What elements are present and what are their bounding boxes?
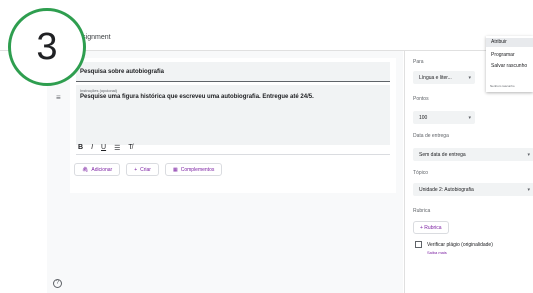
create-button[interactable]: + Criar	[126, 163, 159, 176]
due-date-select[interactable]: Sem data de entrega ▾	[413, 148, 533, 161]
chevron-down-icon: ▾	[527, 152, 530, 158]
chevron-down-icon: ▾	[468, 115, 471, 121]
chevron-down-icon: ▾	[527, 187, 530, 193]
paperclip-icon: 🖇	[82, 166, 89, 173]
rubric-label: Rubrica	[413, 208, 431, 214]
plagiarism-label: Verificar plágio (originalidade)	[427, 242, 493, 248]
learn-more-link[interactable]: Saiba mais	[427, 250, 447, 255]
divider	[76, 154, 390, 155]
instructions-value: Pesquise uma figura histórica que escrev…	[80, 94, 314, 100]
bullet-list-button[interactable]: ☰	[114, 144, 120, 152]
topic-value: Unidade 2: Autobiografia	[419, 186, 474, 193]
title-value: Pesquisa sobre autobiografia	[80, 69, 165, 75]
points-select[interactable]: 100 ▾	[413, 111, 475, 124]
underline-button[interactable]: U	[101, 144, 106, 152]
format-toolbar: B I U ☰ T̸	[78, 144, 133, 152]
italic-button[interactable]: I	[91, 144, 93, 152]
addons-button[interactable]: ▦ Complementos	[164, 163, 223, 176]
create-label: Criar	[140, 166, 151, 173]
addons-label: Complementos	[180, 166, 215, 173]
points-label: Pontos	[413, 96, 429, 102]
topic-label: Tópico	[413, 170, 429, 176]
menu-item-assign[interactable]: Atribuir	[486, 38, 533, 47]
add-rubric-button[interactable]: + Rubrica	[413, 221, 449, 234]
class-select[interactable]: Língua e liter... ▾	[413, 71, 475, 84]
topic-select[interactable]: Unidade 2: Autobiografia ▾	[413, 183, 533, 196]
for-label: Para	[413, 59, 424, 65]
clear-format-button[interactable]: T̸	[128, 144, 132, 152]
instructions-field[interactable]: Instruções (opcional) Pesquise uma figur…	[76, 85, 390, 145]
due-date-label: Data de entrega	[413, 133, 449, 139]
help-icon[interactable]: ?	[53, 279, 62, 288]
due-date-value: Sem data de entrega	[419, 151, 466, 158]
title-field[interactable]: Pesquisa sobre autobiografia	[76, 62, 390, 82]
plagiarism-checkbox[interactable]	[415, 241, 422, 248]
step-indicator: 3	[8, 8, 86, 86]
instructions-label: Instruções (opcional)	[80, 88, 118, 93]
bold-button[interactable]: B	[78, 144, 83, 152]
menu-subtext: Nenhum rascunho	[490, 84, 515, 88]
chevron-down-icon: ▾	[468, 75, 471, 81]
add-attachment-button[interactable]: 🖇 Adicionar	[74, 163, 121, 176]
plus-icon: +	[134, 166, 138, 173]
addons-icon: ▦	[172, 166, 178, 173]
menu-item-schedule[interactable]: Programar	[491, 52, 515, 58]
assign-menu: Atribuir Programar Salvar rascunho Nenhu…	[486, 36, 533, 92]
step-number: 3	[36, 25, 58, 68]
add-attachment-label: Adicionar	[91, 166, 113, 173]
assignment-card: Pesquisa sobre autobiografia Instruções …	[70, 58, 396, 193]
menu-item-save-draft[interactable]: Salvar rascunho	[491, 63, 527, 69]
points-value: 100	[419, 114, 428, 121]
text-lines-icon: ≡	[56, 93, 61, 102]
attachment-actions: 🖇 Adicionar + Criar ▦ Complementos	[74, 163, 223, 176]
class-select-value: Língua e liter...	[419, 74, 452, 81]
